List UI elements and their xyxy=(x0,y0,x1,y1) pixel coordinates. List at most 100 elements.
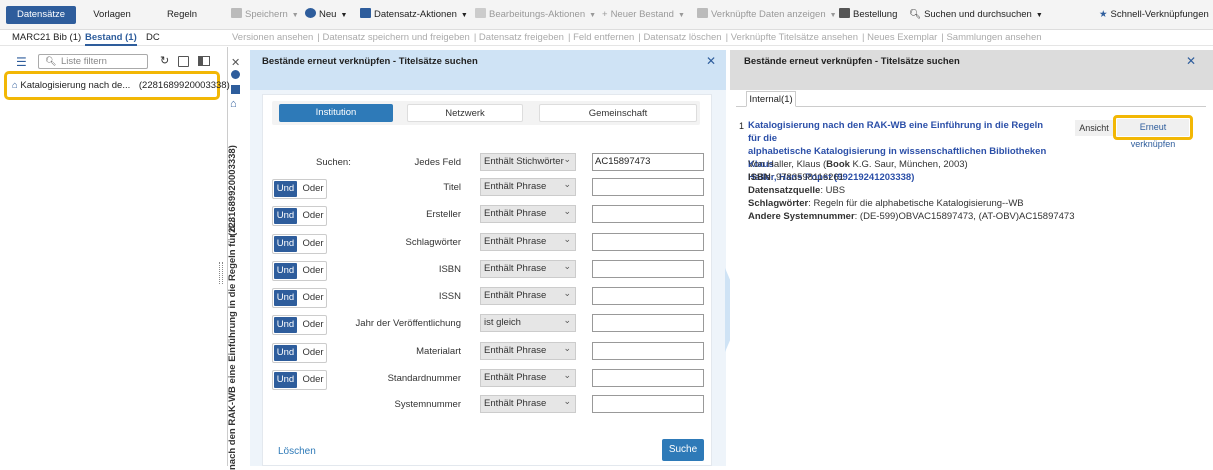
operator-select[interactable]: Enthält Stichwörter xyxy=(480,151,576,171)
record-icon xyxy=(360,8,371,18)
action-delete-record[interactable]: Datensatz löschen xyxy=(643,32,721,43)
search-value-input[interactable] xyxy=(592,178,704,196)
field-label: Standardnummer xyxy=(387,373,461,384)
search-value-input[interactable] xyxy=(592,205,704,223)
scope-institution[interactable]: Institution xyxy=(279,104,393,122)
close-icon[interactable]: ✕ xyxy=(1186,54,1196,68)
action-release[interactable]: Datensatz freigeben xyxy=(479,32,564,43)
search-browse-menu[interactable]: 🔍︎ Suchen und durchsuchen ▼ xyxy=(909,8,1043,22)
save-icon xyxy=(231,8,242,18)
action-view-collections[interactable]: Sammlungen ansehen xyxy=(946,32,1041,43)
save-menu[interactable]: Speichern ▼ xyxy=(231,8,299,22)
bool-toggle: Und Oder xyxy=(272,179,327,199)
search-value-input[interactable] xyxy=(592,233,704,251)
result-title-line: Katalogisierung nach den RAK-WB eine Ein… xyxy=(748,120,1044,144)
operator-select[interactable]: Enthält Phrase xyxy=(480,393,576,413)
result-subject: Schlagwörter: Regeln für die alphabetisc… xyxy=(748,198,1024,209)
new-menu[interactable]: Neu ▼ xyxy=(305,8,347,22)
field-label: Materialart xyxy=(416,346,461,357)
info-icon[interactable] xyxy=(231,70,240,79)
record-list-item[interactable]: ⌂ Katalogisierung nach de... (2281689920… xyxy=(12,80,230,91)
clear-button[interactable]: Löschen xyxy=(278,446,316,457)
result-details: Von Haller, Klaus (Book K.G. Saur, Münch… xyxy=(748,158,1075,223)
panel-layout-icon[interactable] xyxy=(198,56,210,66)
list-options-icon[interactable]: ☰ xyxy=(16,55,27,69)
search-value-input[interactable] xyxy=(592,369,704,387)
operator-select[interactable]: Enthält Phrase xyxy=(480,203,576,223)
field-label: Ersteller xyxy=(426,209,461,220)
close-strip-icon[interactable]: ✕ xyxy=(231,56,240,69)
tab-dc[interactable]: DC xyxy=(146,32,160,43)
edit-actions-menu[interactable]: Bearbeitungs-Aktionen ▼ xyxy=(475,8,596,22)
home-strip-icon[interactable]: ⌂ xyxy=(230,98,237,110)
action-save-release[interactable]: Datensatz speichern und freigeben xyxy=(322,32,469,43)
search-button[interactable]: Suche xyxy=(662,439,704,461)
tab-internal[interactable]: Internal(1) xyxy=(746,91,796,107)
operator-select[interactable]: Enthält Phrase xyxy=(480,367,576,387)
field-label: ISBN xyxy=(438,264,461,275)
record-actions-menu[interactable]: Datensatz-Aktionen ▼ xyxy=(360,8,468,22)
tab-datensaetze[interactable]: Datensätze xyxy=(6,6,76,24)
operator-select[interactable]: Enthält Phrase xyxy=(480,258,576,278)
bool-toggle: Und Oder xyxy=(272,234,327,254)
linked-data-menu[interactable]: Verknüpfte Daten anzeigen ▼ xyxy=(697,8,837,22)
scope-community[interactable]: Gemeinschaft xyxy=(539,104,697,122)
search-value-input[interactable] xyxy=(592,260,704,278)
new-holding-menu[interactable]: + Neuer Bestand ▼ xyxy=(602,8,685,22)
and-button[interactable]: Und xyxy=(274,208,297,224)
field-label: Jedes Feld xyxy=(414,157,461,168)
result-number: 1 xyxy=(739,121,745,131)
and-button[interactable]: Und xyxy=(274,372,297,388)
save-strip-icon[interactable] xyxy=(231,85,240,94)
shortcuts-menu[interactable]: ★ Schnell-Verknüpfungen xyxy=(1099,8,1209,22)
and-button[interactable]: Und xyxy=(274,317,297,333)
results-panel-title: Bestände erneut verknüpfen - Titelsätze … xyxy=(744,56,960,67)
and-button[interactable]: Und xyxy=(274,345,297,361)
close-icon[interactable]: ✕ xyxy=(706,54,716,68)
and-button[interactable]: Und xyxy=(274,263,297,279)
action-new-item[interactable]: Neues Exemplar xyxy=(867,32,937,43)
search-value-input[interactable] xyxy=(592,395,704,413)
order-label: Bestellung xyxy=(853,9,898,20)
action-remove-field[interactable]: Feld entfernen xyxy=(573,32,634,43)
search-value-input[interactable]: AC15897473 xyxy=(592,153,704,171)
record-title: Katalogisierung nach de... xyxy=(20,80,131,91)
linked-data-label: Verknüpfte Daten anzeigen xyxy=(711,9,826,20)
resize-handle[interactable] xyxy=(219,262,223,284)
search-value-input[interactable] xyxy=(592,287,704,305)
settings-icon[interactable] xyxy=(178,56,189,67)
search-panel-header: Bestände erneut verknüpfen - Titelsätze … xyxy=(250,50,726,90)
and-button[interactable]: Und xyxy=(274,236,297,252)
operator-select[interactable]: Enthält Phrase xyxy=(480,340,576,360)
action-view-versions[interactable]: Versionen ansehen xyxy=(232,32,313,43)
operator-select[interactable]: ist gleich xyxy=(480,312,576,332)
search-panel-title: Bestände erneut verknüpfen - Titelsätze … xyxy=(262,56,478,67)
result-isbn: ISBN: 9783598116261 xyxy=(748,172,844,183)
operator-select[interactable]: Enthält Phrase xyxy=(480,285,576,305)
shortcuts-label: Schnell-Verknüpfungen xyxy=(1110,9,1209,20)
tab-vorlagen[interactable]: Vorlagen xyxy=(82,6,142,24)
operator-select[interactable]: Enthält Phrase xyxy=(480,231,576,251)
tab-regeln[interactable]: Regeln xyxy=(152,6,212,24)
view-button[interactable]: Ansicht xyxy=(1075,120,1113,136)
plus-circle-icon xyxy=(305,8,316,18)
and-button[interactable]: Und xyxy=(274,290,297,306)
field-label: Jahr der Veröffentlichung xyxy=(355,318,461,329)
tab-bestand[interactable]: Bestand (1) xyxy=(85,32,137,46)
tab-marc21-bib[interactable]: MARC21 Bib (1) xyxy=(12,32,81,43)
bool-toggle: Und Oder xyxy=(272,288,327,308)
search-value-input[interactable] xyxy=(592,314,704,332)
operator-select[interactable]: Enthält Phrase xyxy=(480,176,576,196)
result-other-sysnum: Andere Systemnummer: (DE-599)OBVAC158974… xyxy=(748,211,1075,222)
relink-button[interactable]: Erneut verknüpfen xyxy=(1117,119,1189,149)
action-view-linked[interactable]: Verknüpfte Titelsätze ansehen xyxy=(731,32,858,43)
and-button[interactable]: Und xyxy=(274,181,297,197)
search-value-input[interactable] xyxy=(592,342,704,360)
linked-data-icon xyxy=(697,8,708,18)
filter-input[interactable]: 🔍︎ Liste filtern xyxy=(38,54,148,69)
order-button[interactable]: Bestellung xyxy=(839,8,897,22)
scope-network[interactable]: Netzwerk xyxy=(407,104,523,122)
record-actions-label: Datensatz-Aktionen xyxy=(374,9,457,20)
top-toolbar: Datensätze Vorlagen Regeln Speichern ▼ Ne… xyxy=(0,0,1213,30)
refresh-icon[interactable]: ↻ xyxy=(160,54,169,67)
